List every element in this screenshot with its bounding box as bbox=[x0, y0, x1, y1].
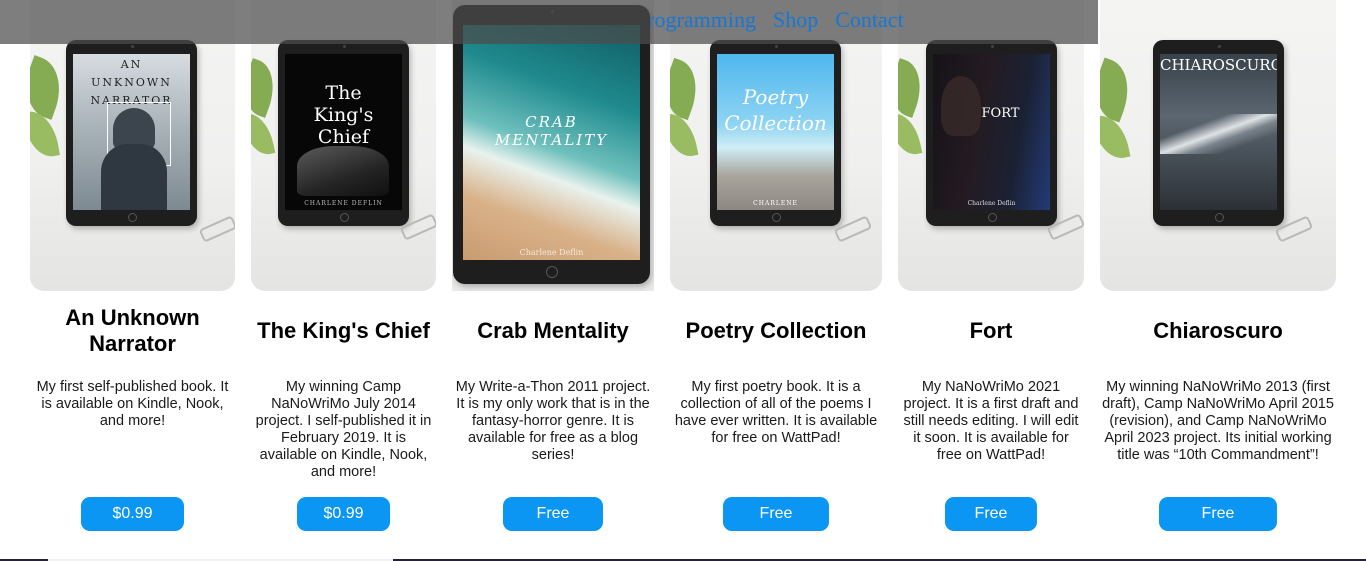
book-title: Poetry Collection bbox=[685, 318, 867, 343]
free-button[interactable]: Free bbox=[945, 497, 1037, 531]
free-button[interactable]: Free bbox=[1159, 497, 1277, 531]
nav-links-container: Programming Shop Contact bbox=[650, 0, 1098, 44]
cover-title: CRAB MENTALITY bbox=[494, 113, 609, 149]
book-card-crab-mentality: CRAB MENTALITY Charlene Deflin Crab Ment… bbox=[452, 0, 654, 545]
book-description: My first poetry book. It is a collection… bbox=[674, 379, 878, 446]
book-description: My winning NaNoWriMo 2013 (first draft),… bbox=[1102, 379, 1334, 463]
free-button[interactable]: Free bbox=[723, 497, 829, 531]
cover-title: FORT bbox=[981, 106, 1020, 121]
book-title: Chiaroscuro bbox=[1153, 318, 1283, 343]
book-title: An Unknown Narrator bbox=[65, 305, 200, 356]
buy-button[interactable]: $0.99 bbox=[297, 497, 390, 531]
book-description: My winning Camp NaNoWriMo July 2014 proj… bbox=[255, 379, 432, 480]
cover-author: Charlene Deflin bbox=[519, 248, 584, 257]
cover-author: CHARLENE DEFLIN bbox=[304, 200, 383, 207]
book-description: My Write-a-Thon 2011 project. It is my o… bbox=[455, 379, 651, 463]
book-cover-image[interactable]: CHIAROSCURO bbox=[1100, 0, 1336, 291]
cover-author: CHARLENE bbox=[753, 200, 798, 207]
book-title: Fort bbox=[969, 318, 1013, 343]
cover-author: Charlene Deflin bbox=[967, 200, 1016, 207]
cover-title: The King's Chief bbox=[313, 82, 374, 148]
book-title: The King's Chief bbox=[257, 318, 430, 343]
book-description: My NaNoWriMo 2021 project. It is a first… bbox=[903, 379, 1079, 463]
cover-title: CHIAROSCURO bbox=[1160, 56, 1277, 74]
nav-link-programming[interactable]: Programming bbox=[650, 7, 756, 33]
book-title: Crab Mentality bbox=[477, 318, 629, 343]
book-card-chiaroscuro: CHIAROSCURO Chiaroscuro My winning NaNoW… bbox=[1100, 0, 1336, 545]
cover-title: Poetry Collection bbox=[724, 85, 827, 135]
buy-button[interactable]: $0.99 bbox=[81, 497, 184, 531]
free-button[interactable]: Free bbox=[503, 497, 603, 531]
nav-link-contact[interactable]: Contact bbox=[835, 7, 903, 33]
book-description: My first self-published book. It is avai… bbox=[36, 379, 229, 429]
book-card-fort: FORT Charlene Deflin Fort My NaNoWriMo 2… bbox=[898, 0, 1084, 545]
book-card-unknown-narrator: AN UNKNOWN NARRATOR An Unknown Narrator … bbox=[30, 0, 235, 545]
book-card-poetry-collection: Poetry Collection CHARLENE Poetry Collec… bbox=[670, 0, 882, 545]
book-card-kings-chief: The King's Chief CHARLENE DEFLIN The Kin… bbox=[251, 0, 436, 545]
nav-link-shop[interactable]: Shop bbox=[773, 7, 818, 33]
